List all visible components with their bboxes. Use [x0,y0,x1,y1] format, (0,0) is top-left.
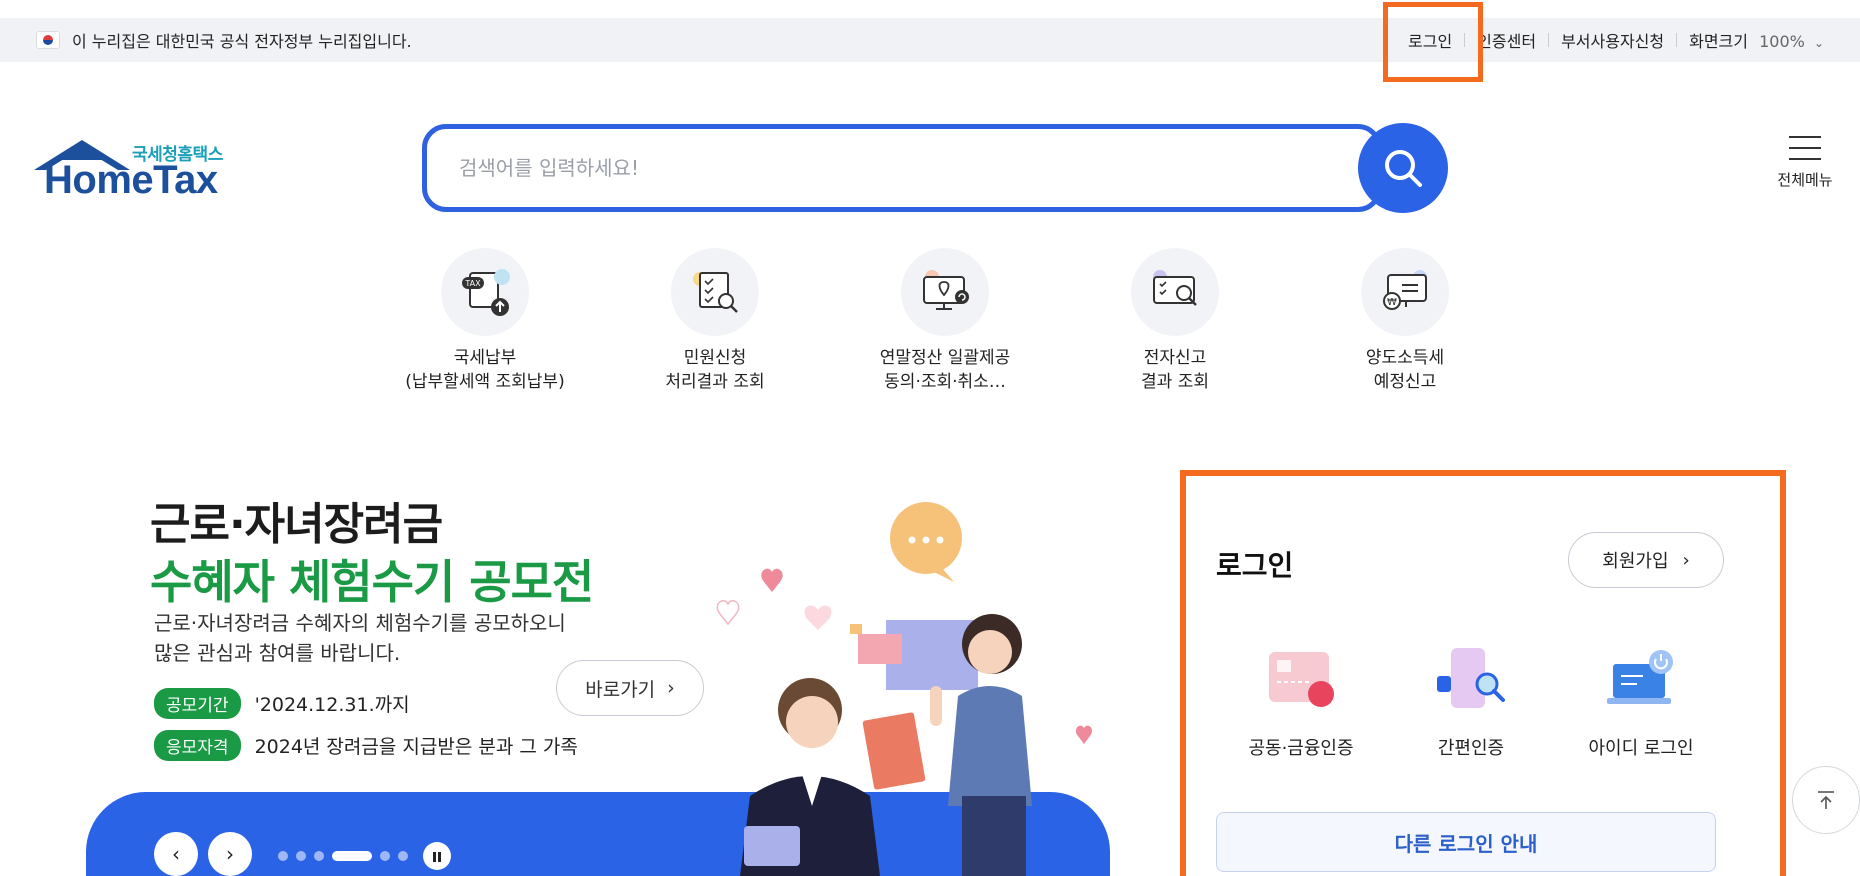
period-tag: 공모기간 [154,688,241,719]
pause-icon [432,847,442,866]
quick-item-capital-gains[interactable]: ₩ 양도소득세 예정신고 [1290,248,1520,394]
banner-title-line2: 수혜자 체험수기 공모전 [150,555,594,609]
cert-login-label: 공동·금융인증 [1248,738,1354,759]
slider-pause-button[interactable] [423,842,451,870]
document-search-icon [671,248,759,336]
all-menu-button[interactable]: 전체메뉴 [1770,136,1840,190]
hometax-logo[interactable]: 국세청홈택스 HomeTax [34,136,234,204]
all-menu-label: 전체메뉴 [1777,171,1833,189]
cert-center-link[interactable]: 인증센터 [1477,28,1536,52]
search-input[interactable] [459,156,1279,180]
slider-dot[interactable] [332,851,372,861]
banner-illustration [716,502,1093,876]
quick-menu: TAX 국세납부 (납부할세액 조회납부) 민원신청 처리결과 조회 연말정산 … [370,248,1520,394]
dept-user-link[interactable]: 부서사용자신청 [1561,28,1664,52]
other-login-guide-button[interactable]: 다른 로그인 안내 [1216,812,1716,872]
logo-main-text: HomeTax [44,158,218,202]
login-methods: 공동·금융인증 간편인증 아이디 로그인 [1216,646,1726,760]
monitor-won-icon: ₩ [1361,248,1449,336]
login-panel-title: 로그인 [1216,549,1294,582]
chevron-right-icon: › [667,677,675,699]
cert-login-button[interactable]: 공동·금융인증 [1216,646,1386,760]
scroll-to-top-button[interactable] [1792,766,1860,834]
search-box [422,124,1382,212]
gov-notice-text: 이 누리집은 대한민국 공식 전자정부 누리집입니다. [72,32,412,51]
slider-dot[interactable] [398,851,408,861]
banner-period-row: 공모기간 '2024.12.31.까지 [154,688,410,719]
chevron-down-icon: ⌄ [1813,36,1824,50]
quick-item-e-filing[interactable]: 전자신고 결과 조회 [1060,248,1290,394]
gov-notice: 이 누리집은 대한민국 공식 전자정부 누리집입니다. [36,28,412,52]
login-panel-content: 로그인 회원가입 › 공동·금융인증 간편인증 아이디 로그인 다른 로그인 안… [1216,476,1736,876]
quick-item-tax-payment[interactable]: TAX 국세납부 (납부할세액 조회납부) [370,248,600,394]
slider-prev-button[interactable]: ‹ [154,832,198,876]
svg-text:TAX: TAX [464,279,481,288]
period-value: '2024.12.31.까지 [254,694,410,716]
arrow-up-icon [1818,791,1834,809]
banner-goto-button[interactable]: 바로가기 › [556,660,704,716]
korea-flag-icon [36,31,60,49]
hometax-page: 이 누리집은 대한민국 공식 전자정부 누리집입니다. 로그인 인증센터 부서사… [0,0,1860,876]
slider-next-button[interactable]: › [208,832,252,876]
join-label: 회원가입 [1602,551,1669,572]
qualification-tag: 응모자격 [154,730,241,761]
laptop-power-icon [1599,646,1683,718]
tax-upload-icon: TAX [441,248,529,336]
divider [1676,33,1678,47]
search-button[interactable] [1358,123,1448,213]
slider-dot[interactable] [380,851,390,861]
svg-text:₩: ₩ [1387,297,1397,308]
divider [1548,33,1550,47]
monitor-search-icon [1131,248,1219,336]
chevron-right-icon: › [1682,549,1690,571]
search-icon [1385,150,1422,187]
banner-qualification-row: 응모자격 2024년 장려금을 지급받은 분과 그 가족 [154,730,578,761]
quick-item-label: 양도소득세 예정신고 [1365,348,1445,392]
simple-auth-button[interactable]: 간편인증 [1386,646,1556,760]
qualification-value: 2024년 장려금을 지급받은 분과 그 가족 [254,736,578,758]
quick-item-label: 국세납부 (납부할세액 조회납부) [405,348,565,392]
goto-label: 바로가기 [585,678,656,701]
gov-top-bar: 이 누리집은 대한민국 공식 전자정부 누리집입니다. 로그인 인증센터 부서사… [0,18,1860,62]
hamburger-icon [1789,136,1821,160]
zoom-value: 100% [1759,32,1805,51]
id-login-label: 아이디 로그인 [1588,738,1694,759]
login-panel: 로그인 회원가입 › 공동·금융인증 간편인증 아이디 로그인 다른 로그인 안… [1180,470,1786,876]
quick-item-year-end[interactable]: 연말정산 일괄제공 동의·조회·취소… [830,248,1060,394]
id-login-button[interactable]: 아이디 로그인 [1556,646,1726,760]
slider-dot[interactable] [278,851,288,861]
certificate-card-icon [1259,646,1343,718]
slider-dot[interactable] [314,851,324,861]
banner-title-line1: 근로·자녀장려금 [150,499,443,550]
highlight-login-box [1383,2,1483,82]
quick-item-label: 연말정산 일괄제공 동의·조회·취소… [879,348,1011,392]
quick-item-label: 민원신청 처리결과 조회 [665,348,765,392]
join-button[interactable]: 회원가입 › [1568,532,1724,588]
chevron-right-icon: › [226,842,234,866]
phone-search-icon [1429,646,1513,718]
quick-item-civil-petition[interactable]: 민원신청 처리결과 조회 [600,248,830,394]
monitor-location-icon [901,248,989,336]
simple-auth-label: 간편인증 [1437,738,1505,759]
zoom-label: 화면크기 [1689,32,1748,51]
zoom-control[interactable]: 화면크기 100% ⌄ [1689,28,1824,52]
quick-item-label: 전자신고 결과 조회 [1141,348,1209,392]
banner-description: 근로·자녀장려금 수혜자의 체험수기를 공모하오니 많은 관심과 참여를 바랍니다… [154,611,566,665]
slider-pagination [278,851,408,861]
chevron-left-icon: ‹ [172,842,180,866]
slider-dot[interactable] [296,851,306,861]
